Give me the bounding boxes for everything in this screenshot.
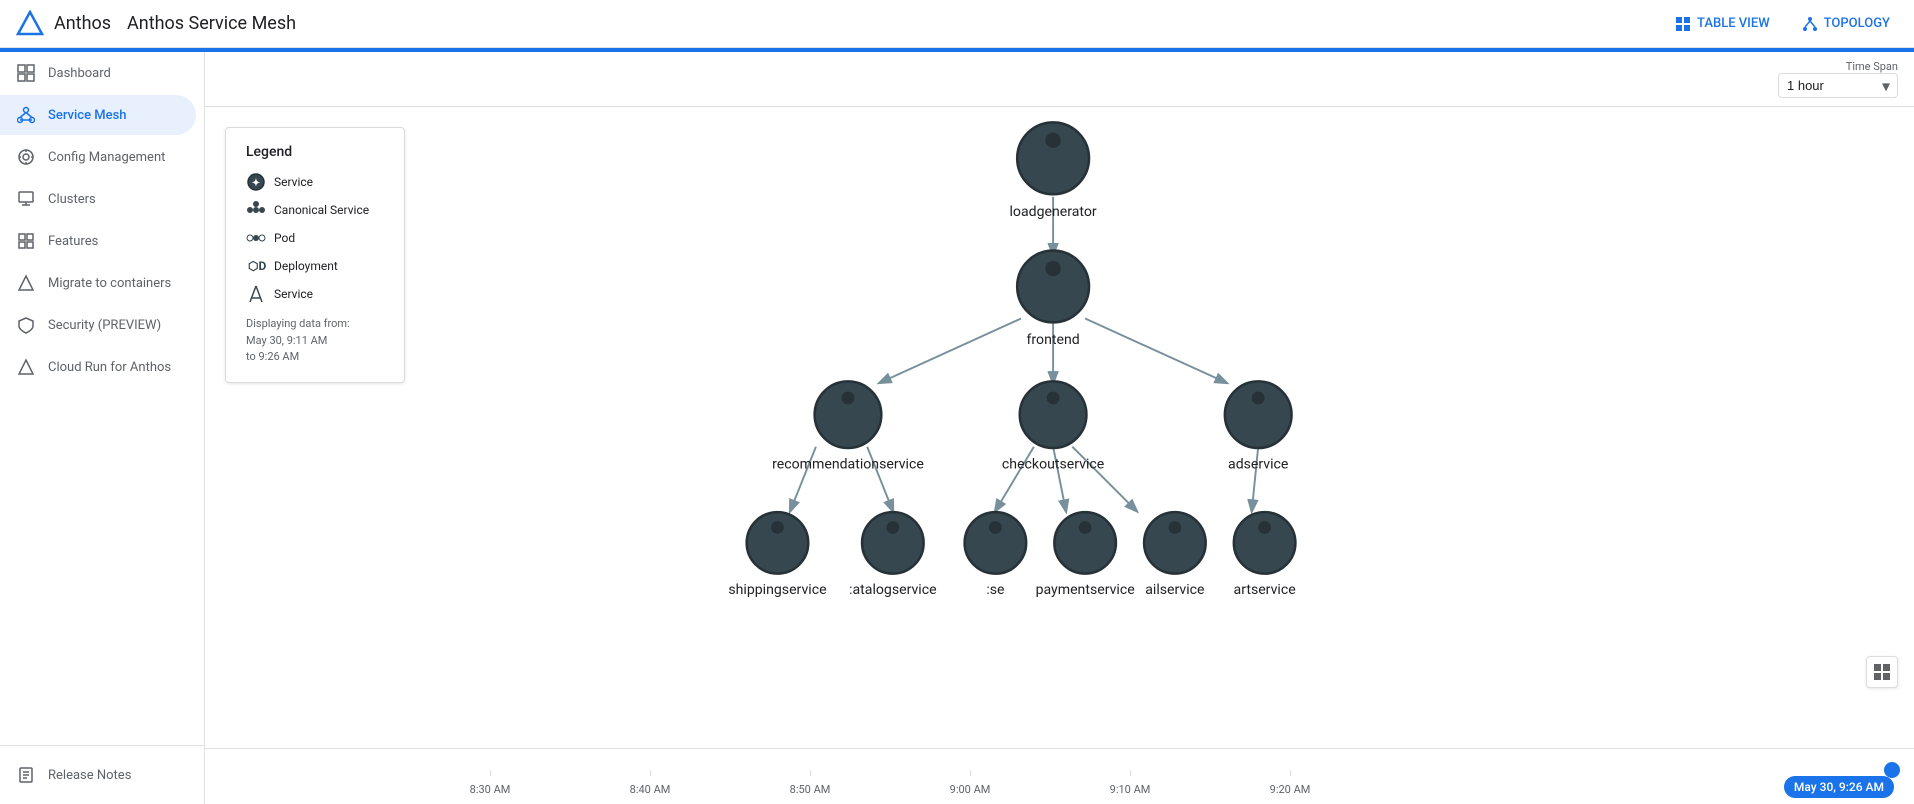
svg-text:loadgenerator: loadgenerator (1009, 204, 1096, 220)
sidebar-item-dashboard[interactable]: Dashboard (0, 53, 196, 93)
timespan-select[interactable]: 1 hour 3 hours 6 hours 12 hours 24 hours (1778, 73, 1898, 98)
sidebar-item-service-mesh[interactable]: Service Mesh (0, 95, 196, 135)
topbar: Anthos Anthos Service Mesh TABLE VIEW TO… (0, 0, 1914, 48)
sidebar-label-config-management: Config Management (48, 150, 165, 165)
sidebar-label-features: Features (48, 234, 98, 249)
dashboard-icon (16, 63, 36, 83)
node-catalogservice[interactable]: :atalogservice (849, 512, 936, 598)
node-checkoutservice[interactable]: checkoutservice (1002, 381, 1104, 472)
timeline-label-3: 8:50 AM (790, 783, 831, 796)
timespan-selector: Time Span 1 hour 3 hours 6 hours 12 hour… (1778, 60, 1898, 98)
node-paymentservice[interactable]: paymentservice (1036, 512, 1135, 598)
timeline-tick (1290, 770, 1291, 776)
node-loadgenerator[interactable]: loadgenerator (1009, 122, 1096, 220)
topology-area[interactable]: Legend ✦ Service (205, 107, 1914, 748)
migrate-icon (16, 273, 36, 293)
timespan-bar: Time Span 1 hour 3 hours 6 hours 12 hour… (205, 52, 1914, 107)
sidebar-bottom: Release Notes (0, 745, 204, 804)
sidebar-item-release-notes[interactable]: Release Notes (0, 755, 196, 795)
timeline: 8:30 AM 8:40 AM 8:50 AM 9:00 AM 9:10 AM … (205, 748, 1914, 804)
sidebar-item-config-management[interactable]: Config Management (0, 137, 196, 177)
timeline-tick (1130, 770, 1131, 776)
grid-toggle-button[interactable] (1866, 656, 1898, 688)
app-name: Anthos (54, 13, 111, 34)
timeline-tick (970, 770, 971, 776)
topology-graph[interactable]: loadgenerator frontend recommendationser… (205, 107, 1914, 748)
timeline-current-time: May 30, 9:26 AM (1784, 776, 1894, 798)
timeline-tick (810, 770, 811, 776)
timeline-tick (490, 770, 491, 776)
sidebar-item-security[interactable]: Security (PREVIEW) (0, 305, 196, 345)
config-management-icon (16, 147, 36, 167)
svg-text:adservice: adservice (1228, 457, 1288, 473)
node-frontend[interactable]: frontend (1017, 251, 1089, 349)
node-ailservice[interactable]: ailservice (1144, 512, 1206, 598)
sidebar-label-dashboard: Dashboard (48, 66, 111, 81)
clusters-icon (16, 189, 36, 209)
topology-icon (1802, 16, 1818, 32)
table-view-button[interactable]: TABLE VIEW (1667, 10, 1778, 38)
svg-text:artservice: artservice (1234, 582, 1296, 598)
sidebar-label-security: Security (PREVIEW) (48, 318, 161, 333)
sidebar-label-cloud-run: Cloud Run for Anthos (48, 360, 171, 375)
svg-text::se: :se (986, 582, 1004, 598)
main-layout: Dashboard Service Mesh Config Management (0, 52, 1914, 804)
service-mesh-icon (16, 105, 36, 125)
timeline-label-1: 8:30 AM (470, 783, 511, 796)
timespan-label: Time Span (1846, 60, 1898, 73)
sidebar-item-clusters[interactable]: Clusters (0, 179, 196, 219)
node-recommendationservice[interactable]: recommendationservice (772, 381, 924, 472)
svg-text:recommendationservice: recommendationservice (772, 457, 924, 473)
anthos-logo-icon (16, 10, 44, 38)
content-area: Time Span 1 hour 3 hours 6 hours 12 hour… (205, 52, 1914, 804)
cloud-run-icon (16, 357, 36, 377)
timeline-tick (650, 770, 651, 776)
sidebar-label-release-notes: Release Notes (48, 768, 131, 783)
timeline-label-4: 9:00 AM (950, 783, 991, 796)
security-icon (16, 315, 36, 335)
node-se[interactable]: :se (965, 512, 1027, 598)
sidebar-label-service-mesh: Service Mesh (48, 108, 127, 123)
node-artservice[interactable]: artservice (1234, 512, 1296, 598)
topology-button[interactable]: TOPOLOGY (1794, 10, 1898, 38)
sidebar-label-migrate: Migrate to containers (48, 276, 171, 291)
page-title: Anthos Service Mesh (127, 13, 296, 34)
sidebar-item-features[interactable]: Features (0, 221, 196, 261)
sidebar-item-migrate[interactable]: Migrate to containers (0, 263, 196, 303)
sidebar-item-cloud-run[interactable]: Cloud Run for Anthos (0, 347, 196, 387)
timeline-label-5: 9:10 AM (1110, 783, 1151, 796)
app-logo: Anthos (16, 10, 111, 38)
node-shippingservice[interactable]: shippingservice (728, 512, 826, 598)
svg-text::atalogservice: :atalogservice (849, 582, 936, 598)
sidebar-label-clusters: Clusters (48, 192, 96, 207)
release-notes-icon (16, 765, 36, 785)
svg-text:frontend: frontend (1026, 332, 1079, 348)
svg-text:paymentservice: paymentservice (1036, 582, 1135, 598)
table-view-icon (1675, 16, 1691, 32)
svg-text:checkoutservice: checkoutservice (1002, 457, 1104, 473)
sidebar: Dashboard Service Mesh Config Management (0, 52, 205, 804)
node-adservice[interactable]: adservice (1225, 381, 1292, 472)
grid-icon (1873, 663, 1891, 681)
timeline-label-6: 9:20 AM (1270, 783, 1311, 796)
features-icon (16, 231, 36, 251)
svg-text:shippingservice: shippingservice (728, 582, 826, 598)
timeline-label-2: 8:40 AM (630, 783, 671, 796)
topbar-actions: TABLE VIEW TOPOLOGY (1667, 10, 1898, 38)
svg-text:ailservice: ailservice (1145, 582, 1204, 598)
